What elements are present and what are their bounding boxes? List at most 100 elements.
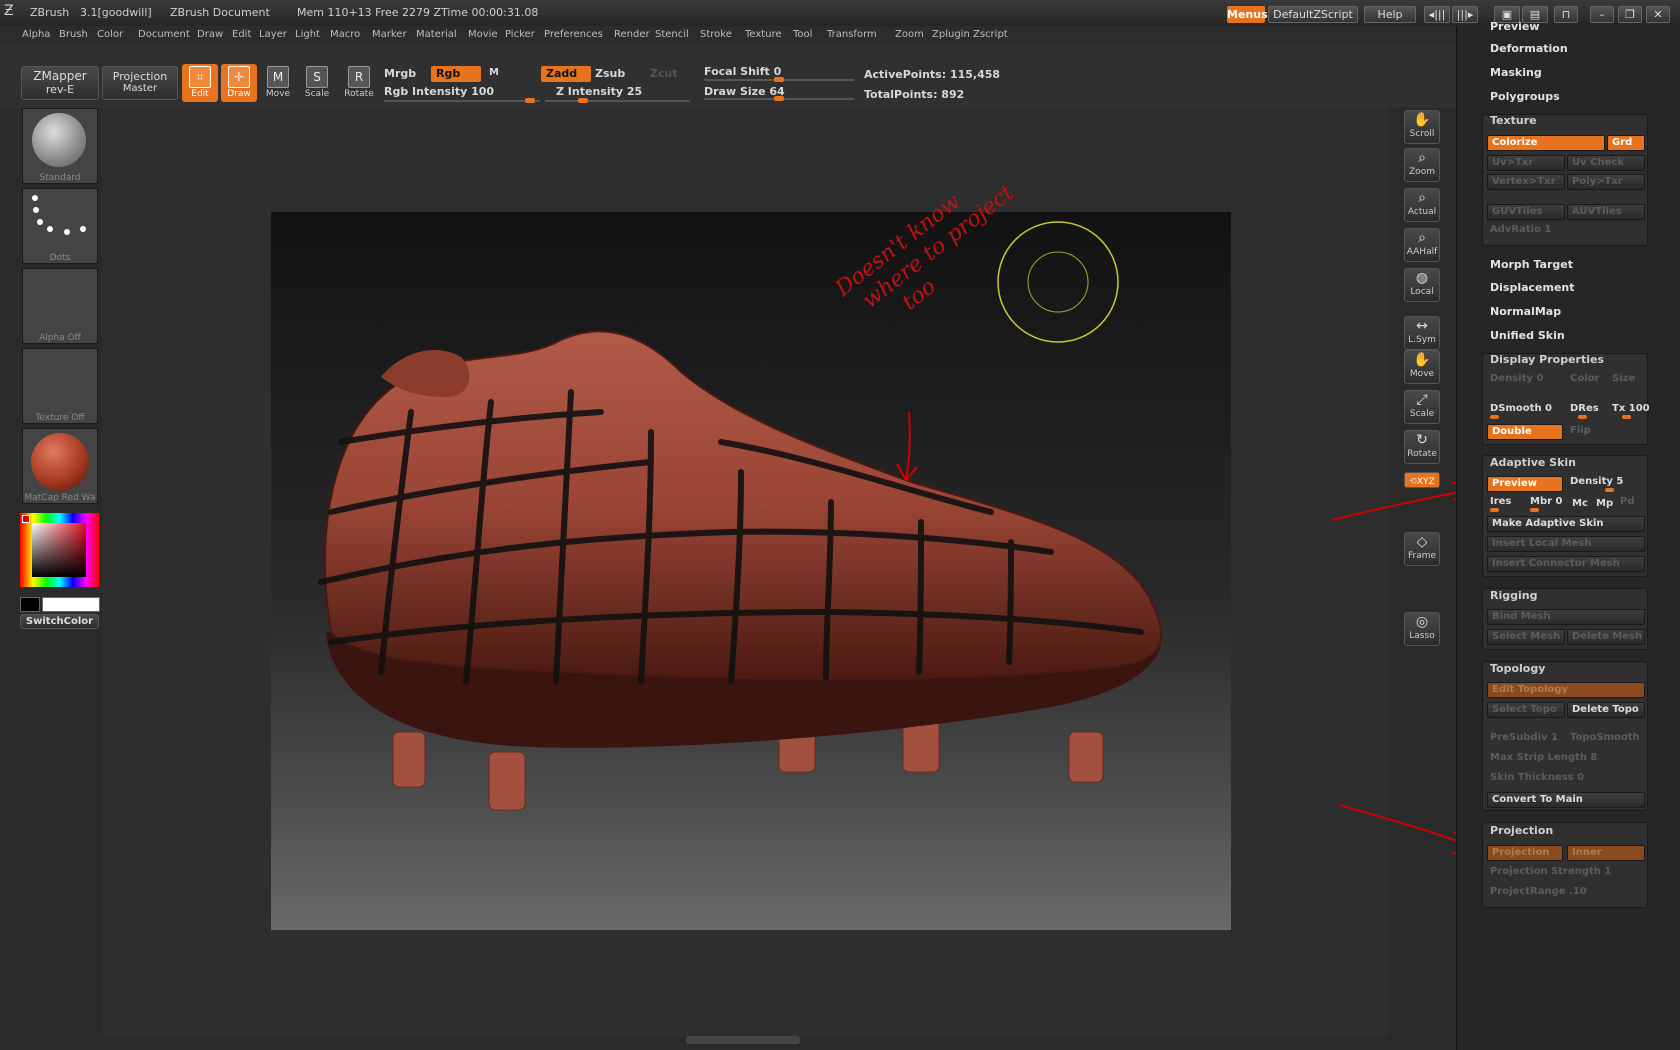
pd-slider[interactable]: Pd xyxy=(1620,496,1635,507)
lock-icon[interactable]: ⊓ xyxy=(1554,6,1578,23)
edit-button[interactable]: ⌗ Edit xyxy=(182,64,218,102)
max-strip-length-slider[interactable]: Max Strip Length 8 xyxy=(1490,752,1597,763)
shelf-xyz-button[interactable]: ⟲XYZ xyxy=(1404,472,1440,488)
color-square[interactable] xyxy=(32,523,86,577)
guvtiles-button[interactable]: GUVTiles xyxy=(1487,204,1565,220)
menu-color[interactable]: Color xyxy=(97,29,123,40)
rgb-button[interactable]: Rgb xyxy=(431,66,481,82)
move-button[interactable]: M Move xyxy=(260,64,296,102)
restore-icon[interactable]: ❐ xyxy=(1618,6,1642,23)
double-button[interactable]: Double xyxy=(1487,424,1563,440)
stroke-thumbnail[interactable]: Dots xyxy=(22,188,98,264)
menu-transform[interactable]: Transform xyxy=(827,29,877,40)
flip-button[interactable]: Flip xyxy=(1570,425,1591,436)
mbr-knob[interactable] xyxy=(1530,508,1539,512)
make-adaptive-skin-button[interactable]: Make Adaptive Skin xyxy=(1487,516,1645,532)
ires-slider[interactable]: Ires xyxy=(1490,496,1511,507)
insert-connector-mesh-button[interactable]: Insert Connector Mesh xyxy=(1487,556,1645,572)
draw-size-slider[interactable] xyxy=(704,96,854,101)
inner-toggle-button[interactable]: Inner xyxy=(1567,845,1645,861)
convert-to-main-button[interactable]: Convert To Main xyxy=(1487,792,1645,808)
auvtiles-button[interactable]: AUVTiles xyxy=(1567,204,1645,220)
delete-mesh-button[interactable]: Delete Mesh xyxy=(1567,629,1645,645)
preview-button[interactable]: Preview xyxy=(1487,476,1563,492)
menu-texture[interactable]: Texture xyxy=(745,29,782,40)
scale-button[interactable]: S Scale xyxy=(299,64,335,102)
vertex-to-txr-button[interactable]: Vertex>Txr xyxy=(1487,174,1565,190)
close-icon[interactable]: ✕ xyxy=(1646,6,1670,23)
material-thumbnail[interactable]: MatCap Red Wa xyxy=(22,428,98,504)
mp-button[interactable]: Mp xyxy=(1596,498,1613,509)
displacement-menu-item[interactable]: Displacement xyxy=(1490,281,1575,294)
shelf-scroll-button[interactable]: ✋ Scroll xyxy=(1404,110,1440,144)
bind-mesh-button[interactable]: Bind Mesh xyxy=(1487,609,1645,625)
unified-skin-menu-item[interactable]: Unified Skin xyxy=(1490,329,1565,342)
polygroups-menu-item[interactable]: Polygroups xyxy=(1490,90,1560,103)
bottom-tray-handle[interactable] xyxy=(686,1036,800,1044)
projection-header[interactable]: Projection xyxy=(1490,824,1553,837)
shelf-lsym-button[interactable]: ↔ L.Sym xyxy=(1404,316,1440,350)
edit-topology-button[interactable]: Edit Topology xyxy=(1487,682,1645,698)
focal-shift-slider[interactable] xyxy=(704,77,854,82)
color-slider[interactable]: Color xyxy=(1570,373,1599,384)
grd-button[interactable]: Grd xyxy=(1607,135,1645,151)
zmapper-button[interactable]: ZMapper rev-E xyxy=(21,66,99,100)
shelf-lasso-button[interactable]: ◎ Lasso xyxy=(1404,612,1440,646)
secondary-color-swatch[interactable] xyxy=(20,597,40,612)
projection-master-button[interactable]: Projection Master xyxy=(102,66,178,100)
menu-light[interactable]: Light xyxy=(295,29,320,40)
display-properties-header[interactable]: Display Properties xyxy=(1490,353,1604,366)
menu-macro[interactable]: Macro xyxy=(330,29,360,40)
adaptive-density-slider[interactable]: Density 5 xyxy=(1570,476,1623,487)
deformation-menu-item[interactable]: Deformation xyxy=(1490,42,1568,55)
size-slider[interactable]: Size xyxy=(1612,373,1635,384)
shelf-actual-button[interactable]: ⌕ Actual xyxy=(1404,188,1440,222)
color-picker[interactable] xyxy=(20,513,99,587)
menus-button[interactable]: Menus xyxy=(1227,6,1268,23)
mbr-slider[interactable]: Mbr 0 xyxy=(1530,496,1562,507)
help-button[interactable]: Help xyxy=(1364,6,1416,23)
delete-topo-button[interactable]: Delete Topo xyxy=(1567,702,1645,718)
presubdiv-slider[interactable]: PreSubdiv 1 xyxy=(1490,732,1558,743)
projection-toggle-button[interactable]: Projection xyxy=(1487,845,1563,861)
mc-button[interactable]: Mc xyxy=(1572,498,1588,509)
focal-shift-knob[interactable] xyxy=(774,77,784,82)
zsub-button[interactable]: Zsub xyxy=(595,67,625,80)
insert-local-mesh-button[interactable]: Insert Local Mesh xyxy=(1487,536,1645,552)
menu-stencil[interactable]: Stencil xyxy=(655,29,689,40)
menu-layer[interactable]: Layer xyxy=(259,29,287,40)
select-mesh-button[interactable]: Select Mesh xyxy=(1487,629,1565,645)
menu-brush[interactable]: Brush xyxy=(59,29,88,40)
dres-slider[interactable]: DRes xyxy=(1570,403,1599,414)
mrgb-button[interactable]: Mrgb xyxy=(384,67,416,80)
menu-render[interactable]: Render xyxy=(614,29,650,40)
select-topo-button[interactable]: Select Topo xyxy=(1487,702,1565,718)
z-intensity-slider[interactable] xyxy=(545,98,690,103)
brush-thumbnail[interactable]: Standard xyxy=(22,108,98,184)
adaptive-skin-header[interactable]: Adaptive Skin xyxy=(1490,456,1576,469)
menu-marker[interactable]: Marker xyxy=(372,29,407,40)
preview-menu-item[interactable]: Preview xyxy=(1490,20,1540,33)
rgb-intensity-knob[interactable] xyxy=(525,98,535,103)
default-zscript-button[interactable]: DefaultZScript xyxy=(1268,6,1358,23)
morph-target-menu-item[interactable]: Morph Target xyxy=(1490,258,1573,271)
dres-knob[interactable] xyxy=(1578,415,1587,419)
menu-tool[interactable]: Tool xyxy=(793,29,812,40)
menu-material[interactable]: Material xyxy=(416,29,457,40)
menu-zplugin[interactable]: Zplugin xyxy=(932,29,970,40)
draw-button[interactable]: ✛ Draw xyxy=(221,64,257,102)
projection-strength-slider[interactable]: Projection Strength 1 xyxy=(1490,866,1611,877)
topology-header[interactable]: Topology xyxy=(1490,662,1545,675)
texture-thumbnail[interactable]: Texture Off xyxy=(22,348,98,424)
z-intensity-knob[interactable] xyxy=(578,98,588,103)
menu-edit[interactable]: Edit xyxy=(232,29,251,40)
menu-preferences[interactable]: Preferences xyxy=(544,29,603,40)
menu-alpha[interactable]: Alpha xyxy=(22,29,50,40)
uv-check-button[interactable]: Uv Check xyxy=(1567,155,1645,171)
advratio-slider[interactable]: AdvRatio 1 xyxy=(1490,224,1551,235)
canvas-viewport[interactable]: Doesn't know where to project too xyxy=(271,180,1231,930)
draw-size-knob[interactable] xyxy=(774,96,784,101)
switch-color-button[interactable]: SwitchColor xyxy=(20,614,99,629)
scroll-right-icon[interactable]: |||▸ xyxy=(1452,6,1478,23)
shelf-scale-button[interactable]: ⤢ Scale xyxy=(1404,390,1440,424)
